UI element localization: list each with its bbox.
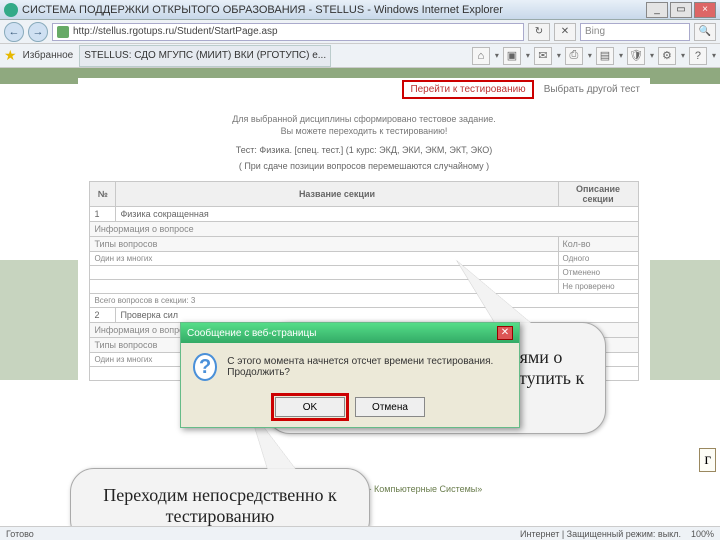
sub-info: Информация о вопросе <box>90 222 638 237</box>
search-button[interactable]: 🔍 <box>694 23 716 41</box>
page-viewport: Перейти к тестированию Выбрать другой те… <box>0 68 720 526</box>
close-button[interactable]: × <box>694 2 716 18</box>
row-unchecked: Не проверено <box>558 280 638 294</box>
dialog-titlebar[interactable]: Сообщение с веб-страницы ✕ <box>181 323 519 343</box>
url-field[interactable]: http://stellus.rgotups.ru/Student/StartP… <box>52 23 524 41</box>
tab-title: STELLUS: СДО МГУПС (МИИТ) ВКИ (РГОТУПС) … <box>84 50 326 61</box>
th-num: № <box>90 182 116 207</box>
dialog-close-button[interactable]: ✕ <box>497 326 513 340</box>
feed-icon[interactable]: ▣ <box>503 47 521 65</box>
row-canceled: Отменено <box>558 266 638 280</box>
window-titlebar: СИСТЕМА ПОДДЕРЖКИ ОТКРЫТОГО ОБРАЗОВАНИЯ … <box>0 0 720 20</box>
row-single: Один из многих <box>90 252 558 266</box>
status-zone: Интернет | Защищенный режим: выкл. <box>520 529 681 539</box>
sub-types: Типы вопросов <box>90 237 558 252</box>
dialog-ok-button[interactable]: OK <box>275 397 345 417</box>
search-field[interactable]: Bing <box>580 23 690 41</box>
test-name-label: Тест: Физика. [спец. тест.] (1 курс: ЭКД… <box>78 145 650 155</box>
table-row: 1 Физика сокращенная <box>90 207 638 222</box>
dialog-title-text: Сообщение с веб-страницы <box>187 328 316 339</box>
ie-icon <box>4 3 18 17</box>
dialog-message: С этого момента начнется отсчет времени … <box>227 356 507 378</box>
search-placeholder: Bing <box>585 26 605 37</box>
browser-toolbar: ★ Избранное STELLUS: СДО МГУПС (МИИТ) ВК… <box>0 44 720 68</box>
dialog-cancel-button[interactable]: Отмена <box>355 397 425 417</box>
refresh-button[interactable]: ↻ <box>528 23 550 41</box>
intro-text: Для выбранной дисциплины сформировано те… <box>78 114 650 137</box>
callout-goto-testing: Переходим непосредственно к тестированию <box>70 468 370 526</box>
th-desc: Описание секции <box>558 182 638 207</box>
table-row: Отменено <box>90 266 638 280</box>
shuffle-note: ( При сдаче позиции вопросов перемешаютс… <box>78 161 650 171</box>
sub-count: Кол-во <box>558 237 638 252</box>
site-icon <box>57 26 69 38</box>
print-icon[interactable]: ⎙ <box>565 47 583 65</box>
favorites-label[interactable]: Избранное <box>23 50 74 61</box>
help-icon[interactable]: ? <box>689 47 707 65</box>
row2-name: Проверка сил <box>116 308 638 323</box>
favorites-star-icon[interactable]: ★ <box>4 47 17 64</box>
th-name: Название секции <box>116 182 558 207</box>
goto-test-link[interactable]: Перейти к тестированию <box>402 80 533 99</box>
status-left: Готово <box>6 529 34 539</box>
page-number-badge: г <box>699 448 716 472</box>
mail-icon[interactable]: ✉ <box>534 47 552 65</box>
maximize-button[interactable]: ▭ <box>670 2 692 18</box>
choose-other-test-link[interactable]: Выбрать другой тест <box>542 80 642 99</box>
confirm-dialog: Сообщение с веб-страницы ✕ ? С этого мом… <box>180 322 520 428</box>
intro-line-1: Для выбранной дисциплины сформировано те… <box>78 114 650 126</box>
page-icon[interactable]: ▤ <box>596 47 614 65</box>
row2-num: 2 <box>90 308 116 323</box>
table-row: 2 Проверка сил <box>90 308 638 323</box>
intro-line-2: Вы можете переходить к тестированию! <box>78 126 650 138</box>
row-total: Всего вопросов в секции: 3 <box>90 294 638 308</box>
row1-name: Физика сокращенная <box>116 207 638 222</box>
table-row: Не проверено <box>90 280 638 294</box>
address-bar: ← → http://stellus.rgotups.ru/Student/St… <box>0 20 720 44</box>
stop-button[interactable]: ✕ <box>554 23 576 41</box>
table-row: Один из многих Одного <box>90 252 638 266</box>
question-icon: ? <box>193 353 217 381</box>
minimize-button[interactable]: _ <box>646 2 668 18</box>
home-icon[interactable]: ⌂ <box>472 47 490 65</box>
table-row: Всего вопросов в секции: 3 <box>90 294 638 308</box>
row1-num: 1 <box>90 207 116 222</box>
status-zoom: 100% <box>691 529 714 539</box>
row-single-val: Одного <box>558 252 638 266</box>
forward-button[interactable]: → <box>28 22 48 42</box>
status-bar: Готово Интернет | Защищенный режим: выкл… <box>0 526 720 540</box>
window-title: СИСТЕМА ПОДДЕРЖКИ ОТКРЫТОГО ОБРАЗОВАНИЯ … <box>22 4 646 16</box>
url-text: http://stellus.rgotups.ru/Student/StartP… <box>73 26 278 37</box>
browser-tab[interactable]: STELLUS: СДО МГУПС (МИИТ) ВКИ (РГОТУПС) … <box>79 45 331 67</box>
callout2-text: Переходим непосредственно к тестированию <box>91 485 349 526</box>
back-button[interactable]: ← <box>4 22 24 42</box>
safety-icon[interactable]: 🛡 <box>627 47 645 65</box>
tools-icon[interactable]: ⚙ <box>658 47 676 65</box>
